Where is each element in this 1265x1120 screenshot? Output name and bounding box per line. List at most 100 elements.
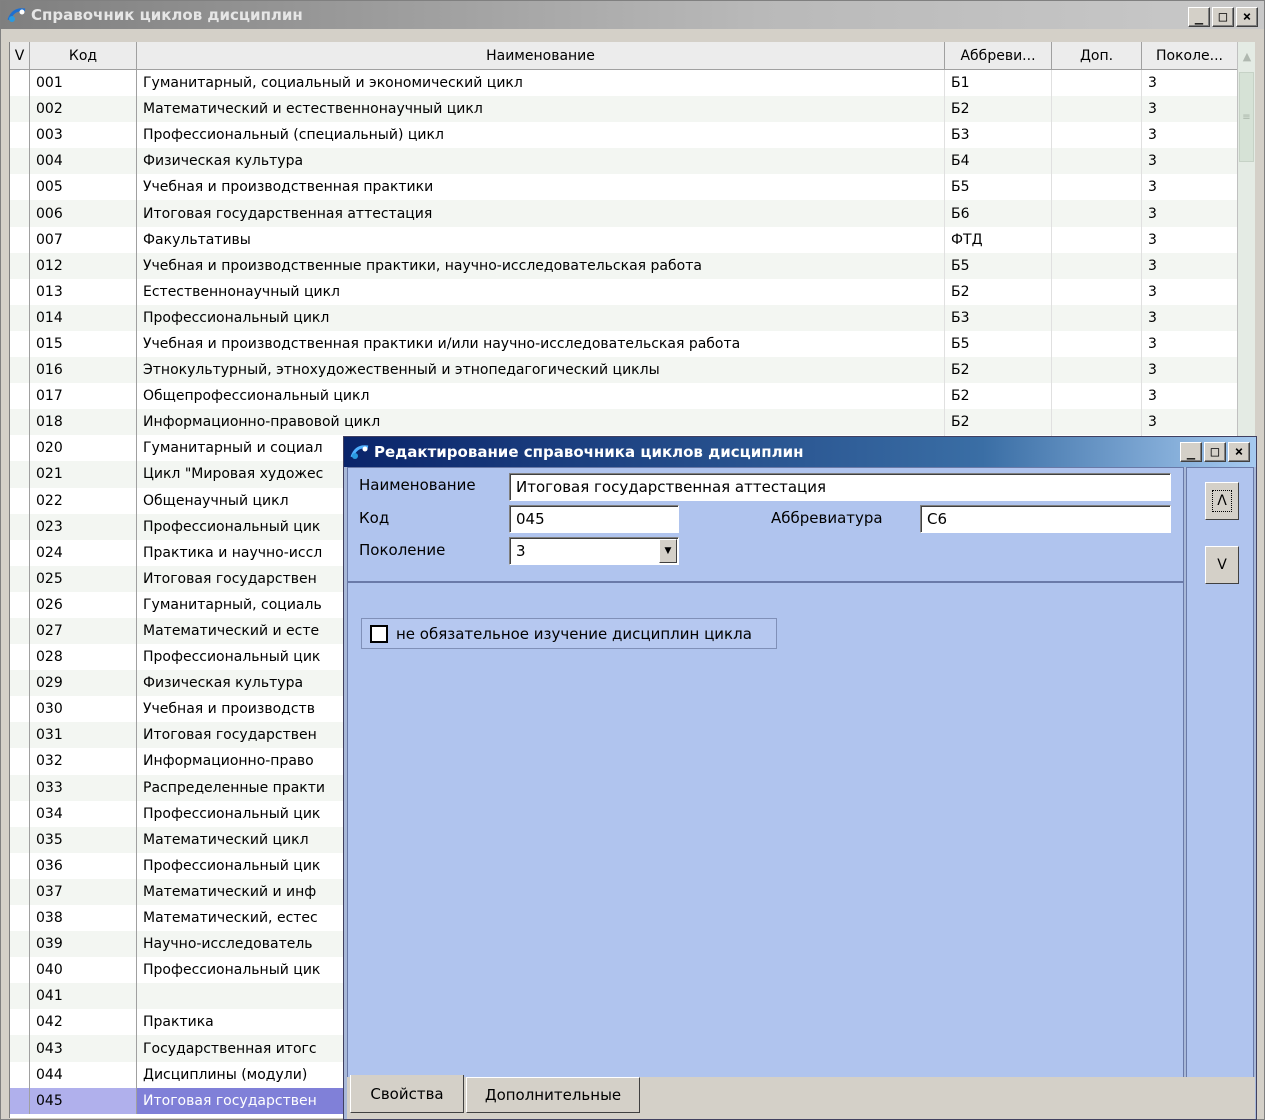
cell-code[interactable]: 016 [30, 357, 137, 384]
cell-dop[interactable] [1052, 330, 1142, 358]
row-marker[interactable] [10, 774, 30, 801]
cell-code[interactable]: 013 [30, 278, 137, 305]
cell-abbr[interactable]: Б2 [945, 278, 1052, 305]
cell-code[interactable]: 028 [30, 644, 137, 671]
minimize-button[interactable]: _ [1188, 7, 1210, 27]
row-marker[interactable] [10, 409, 30, 436]
tab-additional[interactable]: Дополнительные [466, 1077, 640, 1113]
row-marker[interactable] [10, 539, 30, 566]
row-marker[interactable] [10, 878, 30, 905]
cell-dop[interactable] [1052, 96, 1142, 123]
row-marker[interactable] [10, 1009, 30, 1036]
cell-code[interactable]: 033 [30, 774, 137, 801]
cell-abbr[interactable]: Б5 [945, 252, 1052, 279]
cell-name[interactable]: Учебная и производственные практики, нау… [137, 252, 945, 279]
cell-name[interactable]: Естественнонаучный цикл [137, 278, 945, 305]
row-marker[interactable] [10, 487, 30, 514]
cell-code[interactable]: 032 [30, 748, 137, 775]
cell-code[interactable]: 015 [30, 330, 137, 358]
row-marker[interactable] [10, 357, 30, 384]
cell-code[interactable]: 038 [30, 905, 137, 932]
row-marker[interactable] [10, 644, 30, 671]
cell-abbr[interactable]: Б1 [945, 70, 1052, 97]
cell-code[interactable]: 039 [30, 931, 137, 958]
row-marker[interactable] [10, 800, 30, 827]
column-header-generation[interactable]: Поколе... [1142, 42, 1238, 70]
row-marker[interactable] [10, 148, 30, 175]
cell-name[interactable]: Учебная и производственная практики и/ил… [137, 330, 945, 358]
cell-code[interactable]: 014 [30, 304, 137, 331]
cell-code[interactable]: 023 [30, 513, 137, 540]
cell-abbr[interactable]: Б3 [945, 122, 1052, 149]
cell-abbr[interactable]: Б4 [945, 148, 1052, 175]
next-record-button[interactable]: V [1205, 546, 1239, 584]
cell-dop[interactable] [1052, 200, 1142, 227]
cell-code[interactable]: 018 [30, 409, 137, 436]
cell-code[interactable]: 002 [30, 96, 137, 123]
cell-name[interactable]: Профессиональный (специальный) цикл [137, 122, 945, 149]
table-row[interactable]: 005 Учебная и производственная практики Б5… [10, 174, 1238, 201]
cell-code[interactable]: 030 [30, 696, 137, 723]
table-row[interactable]: 015 Учебная и производственная практики и… [10, 330, 1238, 358]
dialog-maximize-button[interactable]: □ [1204, 442, 1226, 462]
name-field[interactable]: Итоговая государственная аттестация [509, 473, 1171, 501]
cell-code[interactable]: 036 [30, 852, 137, 879]
table-row[interactable]: 012 Учебная и производственные практики, … [10, 252, 1238, 279]
table-row[interactable]: 004 Физическая культура Б4 3 [10, 148, 1238, 175]
cell-generation[interactable]: 3 [1142, 200, 1238, 227]
table-row[interactable]: 006 Итоговая государственная аттестация Б6… [10, 200, 1238, 227]
cell-generation[interactable]: 3 [1142, 96, 1238, 123]
previous-record-button[interactable]: Λ [1205, 482, 1239, 520]
dialog-minimize-button[interactable]: _ [1180, 442, 1202, 462]
row-marker[interactable] [10, 304, 30, 331]
row-marker[interactable] [10, 70, 30, 97]
cell-code[interactable]: 034 [30, 800, 137, 827]
cell-code[interactable]: 022 [30, 487, 137, 514]
row-marker[interactable] [10, 931, 30, 958]
cell-name[interactable]: Математический и естественнонаучный цикл [137, 96, 945, 123]
generation-select[interactable]: 3 ▼ [509, 537, 679, 565]
cell-generation[interactable]: 3 [1142, 383, 1238, 410]
row-marker[interactable] [10, 905, 30, 932]
row-marker[interactable] [10, 383, 30, 410]
column-header-name[interactable]: Наименование [137, 42, 945, 70]
chevron-down-icon[interactable]: ▼ [659, 539, 677, 563]
row-marker[interactable] [10, 461, 30, 488]
cell-name[interactable]: Физическая культура [137, 148, 945, 175]
cell-code[interactable]: 005 [30, 174, 137, 201]
column-header-dop[interactable]: Доп. [1052, 42, 1142, 70]
cell-code[interactable]: 040 [30, 957, 137, 984]
row-marker[interactable] [10, 591, 30, 618]
row-marker[interactable] [10, 957, 30, 984]
cell-code[interactable]: 025 [30, 565, 137, 592]
cell-code[interactable]: 001 [30, 70, 137, 97]
column-header-code[interactable]: Код [30, 42, 137, 70]
cell-code[interactable]: 021 [30, 461, 137, 488]
table-row[interactable]: 018 Информационно-правовой цикл Б2 3 [10, 409, 1238, 436]
scroll-thumb[interactable]: ≡ [1239, 72, 1254, 162]
cell-name[interactable]: Этнокультурный, этнохудожественный и этн… [137, 357, 945, 384]
cell-name[interactable]: Профессиональный цикл [137, 304, 945, 331]
cell-dop[interactable] [1052, 70, 1142, 97]
row-marker[interactable] [10, 435, 30, 462]
table-row[interactable]: 002 Математический и естественнонаучный ц… [10, 96, 1238, 123]
cell-code[interactable]: 003 [30, 122, 137, 149]
cell-generation[interactable]: 3 [1142, 304, 1238, 331]
optional-study-option[interactable]: не обязательное изучение дисциплин цикла [361, 618, 777, 649]
cell-abbr[interactable]: Б2 [945, 409, 1052, 436]
dialog-titlebar[interactable]: Редактирование справочника циклов дисцип… [344, 437, 1256, 467]
cell-code[interactable]: 004 [30, 148, 137, 175]
row-marker[interactable] [10, 617, 30, 645]
cell-code[interactable]: 024 [30, 539, 137, 566]
cell-name[interactable]: Факультативы [137, 226, 945, 253]
column-header-v[interactable]: V [10, 42, 30, 70]
cell-dop[interactable] [1052, 122, 1142, 149]
cell-generation[interactable]: 3 [1142, 330, 1238, 358]
cell-generation[interactable]: 3 [1142, 357, 1238, 384]
row-marker[interactable] [10, 330, 30, 358]
maximize-button[interactable]: □ [1212, 7, 1234, 27]
table-row[interactable]: 016 Этнокультурный, этнохудожественный и … [10, 357, 1238, 384]
tab-properties[interactable]: Свойства [350, 1075, 464, 1113]
cell-name[interactable]: Информационно-правовой цикл [137, 409, 945, 436]
row-marker[interactable] [10, 565, 30, 592]
